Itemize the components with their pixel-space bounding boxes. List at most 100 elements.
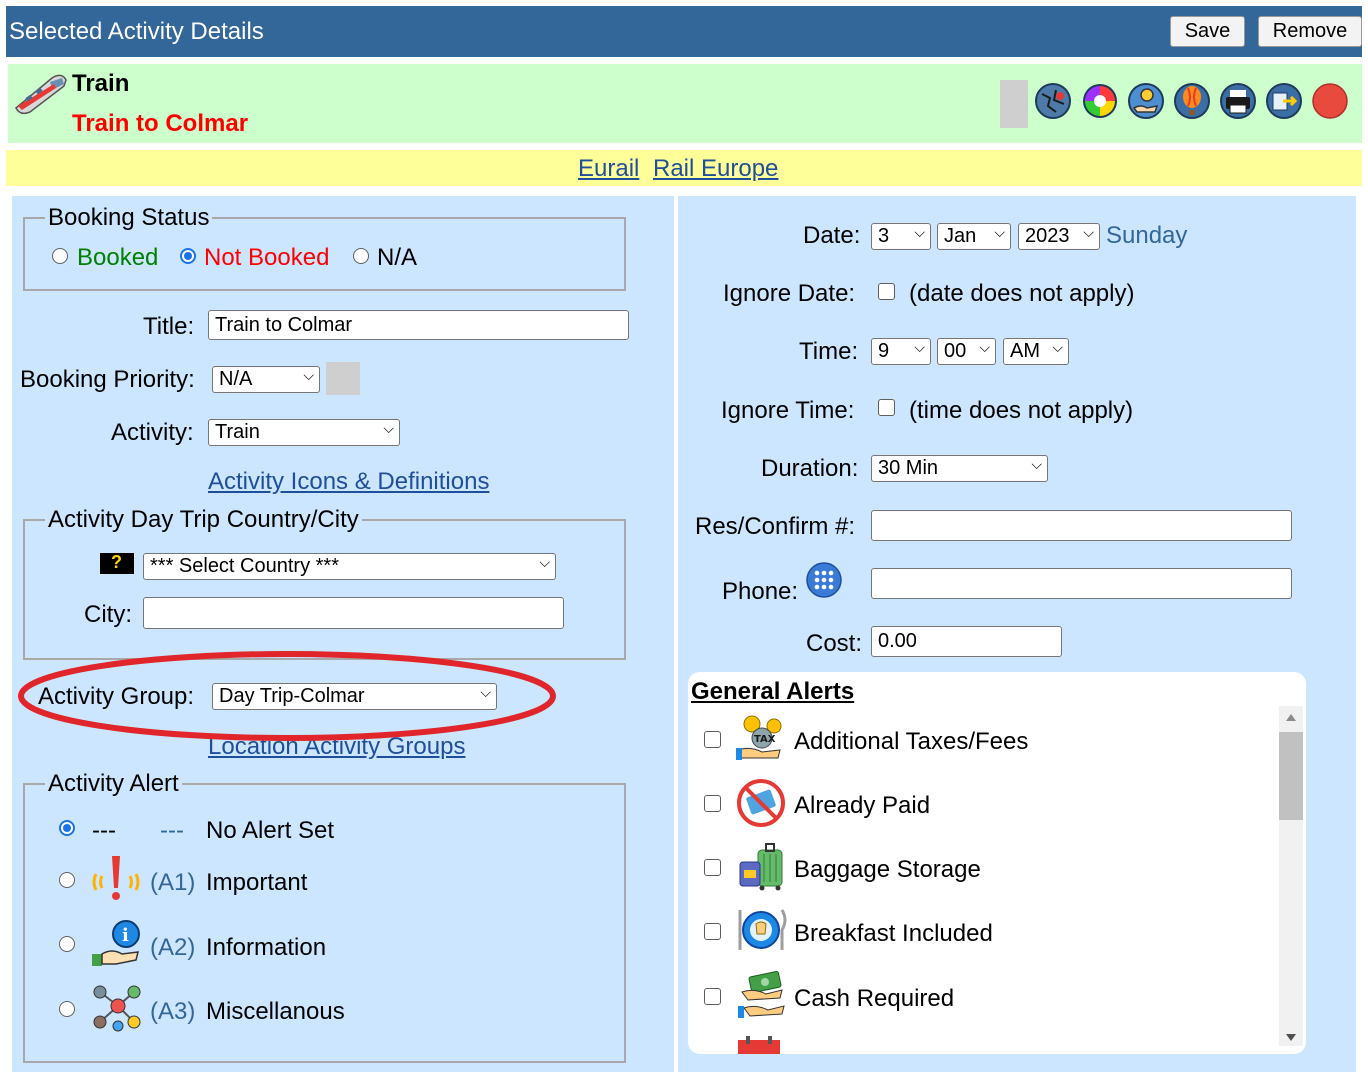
activity-select[interactable]: Train ⌵ [208, 419, 400, 446]
priority-color-swatch[interactable] [326, 362, 360, 395]
alert-a1-label: Important [206, 869, 308, 896]
cash-hand-icon [738, 970, 785, 1018]
activity-icons-link[interactable]: Activity Icons & Definitions [208, 468, 489, 496]
dialpad-icon[interactable] [806, 562, 842, 598]
scroll-thumb[interactable] [1279, 732, 1303, 820]
ignore-time-text: (time does not apply) [909, 397, 1134, 424]
status-red-dot-icon[interactable] [1311, 82, 1349, 120]
ignore-time-label: Ignore Time: [721, 397, 855, 424]
alert-a2-radio[interactable] [59, 936, 75, 952]
alert-a3-code: (A3) [150, 998, 196, 1025]
date-weekday: Sunday [1106, 222, 1188, 249]
na-radio[interactable] [353, 248, 369, 264]
svg-text:TAX: TAX [754, 734, 776, 745]
export-icon[interactable] [1265, 82, 1303, 120]
flag-unknown-icon: ? [100, 552, 134, 574]
day-trip-legend: Activity Day Trip Country/City [48, 506, 359, 533]
ignore-date-label: Ignore Date: [723, 280, 856, 307]
booking-links-bar: Eurail Rail Europe [6, 150, 1362, 186]
not-booked-label: Not Booked [204, 244, 330, 271]
alert-taxes-label: Additional Taxes/Fees [794, 728, 1029, 755]
duration-select[interactable]: 30 Min ⌵ [871, 455, 1048, 482]
na-label: N/A [377, 244, 418, 271]
day-trip-fieldset: Activity Day Trip Country/City [23, 506, 626, 660]
alert-none-code: --- [92, 817, 116, 844]
activity-alert-legend: Activity Alert [48, 770, 179, 797]
alert-cash-checkbox[interactable] [704, 988, 721, 1005]
save-button[interactable]: Save [1170, 16, 1245, 47]
general-alerts-title: General Alerts [691, 678, 855, 705]
alert-a3-label: Miscellanous [206, 998, 345, 1025]
tax-coins-icon: TAX [736, 715, 782, 760]
scroll-up-arrow-icon[interactable] [1286, 714, 1296, 721]
ignore-time-checkbox[interactable] [878, 399, 895, 416]
res-confirm-input[interactable] [871, 510, 1292, 541]
alert-a2-code: (A2) [150, 934, 196, 961]
train-icon [15, 74, 67, 115]
activity-label: Activity: [111, 419, 194, 446]
header-bar: Selected Activity Details Save Remove [6, 6, 1362, 57]
date-month-select[interactable]: Jan ⌵ [937, 223, 1011, 250]
color-wheel-icon[interactable] [1081, 82, 1119, 120]
title-input[interactable] [208, 310, 629, 340]
alert-breakfast-checkbox[interactable] [704, 923, 721, 940]
misc-network-icon [93, 985, 141, 1032]
scroll-down-arrow-icon[interactable] [1286, 1034, 1296, 1041]
booked-label: Booked [77, 244, 159, 271]
no-card-icon [737, 779, 785, 827]
alert-a1-code: (A1) [150, 869, 196, 896]
ignore-date-checkbox[interactable] [878, 283, 895, 300]
country-select[interactable]: *** Select Country *** ⌵ [143, 553, 556, 580]
not-booked-radio[interactable] [180, 248, 196, 264]
date-year-select[interactable]: 2023 ⌵ [1018, 223, 1100, 250]
calendar-icon [738, 1036, 780, 1054]
duration-label: Duration: [761, 455, 859, 482]
time-minute-select[interactable]: 00 ⌵ [937, 338, 996, 365]
alert-a3-radio[interactable] [59, 1001, 75, 1017]
phone-label: Phone: [722, 578, 799, 605]
breakfast-plate-icon [738, 909, 787, 950]
general-alerts-box: General Alerts TAX Additional Taxes/Fees… [688, 672, 1306, 1054]
time-hour-select[interactable]: 9 ⌵ [871, 338, 931, 365]
highlight-ellipse [18, 651, 556, 741]
alerts-scrollbar[interactable] [1279, 706, 1303, 1046]
alert-a1-radio[interactable] [59, 872, 75, 888]
booking-status-legend: Booking Status [48, 204, 210, 231]
alert-none-code-alt: --- [160, 817, 184, 844]
activity-type-label: Train [72, 70, 130, 97]
alert-cash-label: Cash Required [794, 985, 955, 1012]
time-label: Time: [799, 338, 859, 365]
rail-europe-link[interactable]: Rail Europe [653, 155, 778, 183]
booked-radio[interactable] [52, 248, 68, 264]
alert-none-radio[interactable] [59, 820, 75, 836]
city-input[interactable] [143, 597, 564, 629]
cost-label: Cost: [806, 630, 863, 657]
date-day-select[interactable]: 3 ⌵ [871, 223, 931, 250]
activity-title: Train to Colmar [72, 110, 249, 137]
cost-input[interactable] [871, 626, 1062, 657]
time-ampm-select[interactable]: AM ⌵ [1003, 338, 1069, 365]
remove-button[interactable]: Remove [1258, 16, 1362, 47]
alert-taxes-checkbox[interactable] [704, 731, 721, 748]
exclamation-alert-icon [92, 856, 140, 900]
info-hand-icon: i [92, 920, 140, 966]
color-swatch[interactable] [1000, 80, 1028, 128]
alert-paid-label: Already Paid [794, 792, 931, 819]
date-label: Date: [803, 222, 861, 249]
svg-text:i: i [122, 925, 129, 946]
booking-priority-label: Booking Priority: [20, 366, 195, 393]
alert-baggage-label: Baggage Storage [794, 856, 981, 883]
luggage-icon [739, 843, 783, 891]
alert-none-label: No Alert Set [206, 817, 335, 844]
booking-priority-select[interactable]: N/A ⌵ [212, 366, 320, 393]
city-label: City: [84, 601, 132, 628]
eurail-link[interactable]: Eurail [578, 155, 639, 183]
alert-paid-checkbox[interactable] [704, 795, 721, 812]
map-pin-icon[interactable] [1034, 82, 1072, 120]
alert-baggage-checkbox[interactable] [704, 859, 721, 876]
print-icon[interactable] [1219, 82, 1257, 120]
alert-a2-label: Information [206, 934, 327, 961]
location-hand-icon[interactable] [1127, 82, 1165, 120]
balloon-icon[interactable] [1173, 82, 1211, 120]
phone-input[interactable] [871, 568, 1292, 599]
